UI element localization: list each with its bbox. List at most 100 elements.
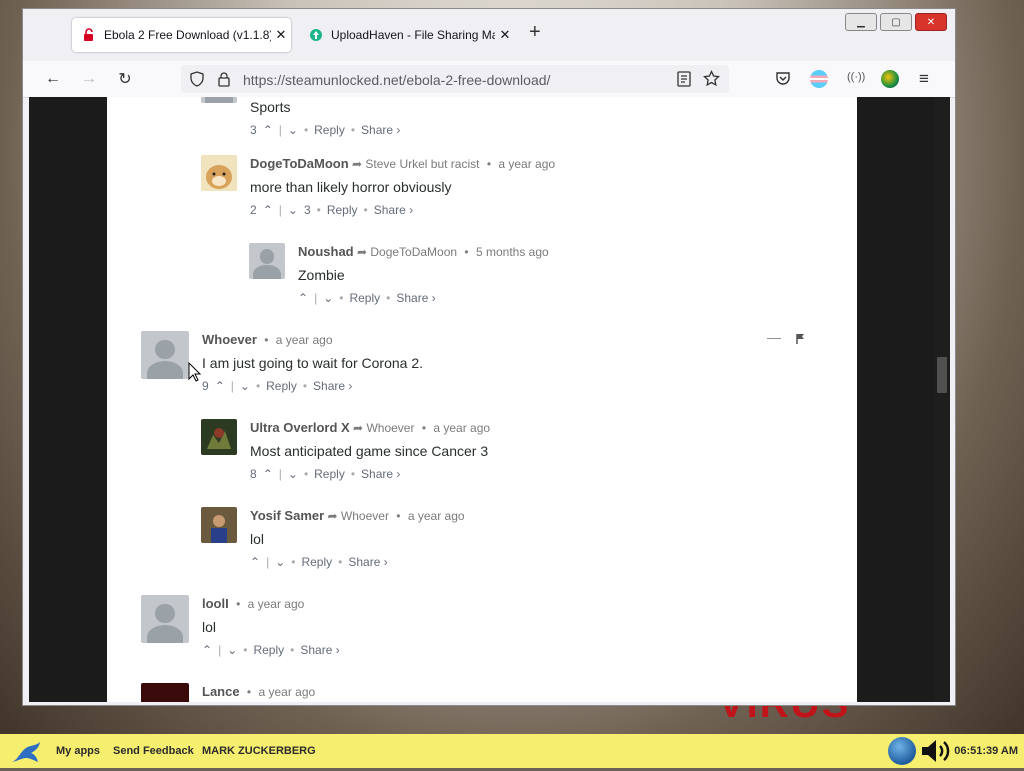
reply-link[interactable]: Reply [327, 203, 358, 217]
address-bar[interactable]: https://steamunlocked.net/ebola-2-free-d… [181, 65, 729, 93]
reply-link[interactable]: Reply [314, 123, 345, 137]
tab-title: UploadHaven - File Sharing Ma [331, 28, 495, 42]
comment-time[interactable]: a year ago [258, 685, 315, 699]
extension-globe-icon[interactable] [881, 70, 899, 88]
share-link[interactable]: Share › [300, 643, 339, 657]
upvote-count: 8 [250, 467, 257, 481]
share-link[interactable]: Share › [361, 467, 400, 481]
comment-meta: DogeToDaMoon ➦ Steve Urkel but racist • … [250, 156, 556, 171]
chevron-up-icon[interactable]: ⌃ [263, 467, 273, 481]
reply-link[interactable]: Reply [314, 467, 345, 481]
chevron-down-icon[interactable]: ⌄ [227, 643, 237, 657]
comment-meta: Ultra Overlord X ➦ Whoever • a year ago [250, 420, 491, 435]
shield-icon[interactable] [189, 71, 205, 92]
chevron-up-icon[interactable]: ⌃ [250, 555, 260, 569]
reply-to-name[interactable]: DogeToDaMoon [370, 245, 457, 259]
upvote-count: 9 [202, 379, 209, 393]
mouse-cursor-icon [188, 362, 202, 382]
reload-icon[interactable]: ↻ [115, 69, 135, 89]
author-name[interactable]: Yosif Samer [250, 508, 324, 523]
comment-time[interactable]: a year ago [498, 157, 555, 171]
page-scrollbar[interactable] [934, 97, 950, 702]
comment-time[interactable]: a year ago [276, 333, 333, 347]
maximize-icon[interactable]: ▢ [880, 13, 912, 31]
new-tab-icon[interactable]: + [529, 21, 541, 44]
chevron-up-icon[interactable]: ⌃ [298, 291, 308, 305]
page-viewport: Sports 3 ⌃ | ⌄ • Reply • Share › DogeToD… [29, 97, 942, 702]
comment-time[interactable]: a year ago [408, 509, 465, 523]
reply-link[interactable]: Reply [301, 555, 332, 569]
author-name[interactable]: loolI [202, 596, 229, 611]
lock-icon[interactable] [217, 71, 231, 92]
close-tab-icon[interactable]: ✕ [495, 27, 515, 43]
close-window-icon[interactable]: ✕ [915, 13, 947, 31]
author-name[interactable]: Noushad [298, 244, 354, 259]
chevron-down-icon[interactable]: ⌄ [240, 379, 250, 393]
hamburger-menu-icon[interactable]: ≡ [919, 69, 929, 89]
author-name[interactable]: Whoever [202, 332, 257, 347]
comment-footer: 3 ⌃ | ⌄ • Reply • Share › [250, 123, 401, 137]
extension-wave-icon[interactable]: ((·)) [847, 71, 865, 83]
chevron-up-icon[interactable]: ⌃ [202, 643, 212, 657]
browser-window: Ebola 2 Free Download (v1.1.8) ✕ UploadH… [22, 8, 956, 706]
share-arrow-icon: ➦ [327, 509, 341, 523]
downvote-count: 3 [303, 203, 311, 217]
extension-flag-icon[interactable] [810, 70, 828, 88]
chevron-up-icon[interactable]: ⌃ [215, 379, 225, 393]
comment-footer: 8 ⌃ | ⌄ • Reply • Share › [250, 467, 401, 481]
close-tab-icon[interactable]: ✕ [271, 27, 291, 43]
chevron-down-icon[interactable]: ⌄ [288, 123, 298, 137]
tab-title: Ebola 2 Free Download (v1.1.8) [104, 28, 271, 42]
author-name[interactable]: Ultra Overlord X [250, 420, 350, 435]
reply-to-name[interactable]: Whoever [366, 421, 414, 435]
chevron-down-icon[interactable]: ⌄ [288, 467, 298, 481]
flag-icon[interactable] [796, 332, 806, 350]
comment-meta: Lance • a year ago [202, 684, 316, 699]
minimize-icon[interactable]: ▁ [845, 13, 877, 31]
comment-time[interactable]: a year ago [248, 597, 305, 611]
comment-time[interactable]: a year ago [433, 421, 490, 435]
speaker-volume-icon[interactable] [920, 737, 954, 770]
reply-link[interactable]: Reply [253, 643, 284, 657]
reply-link[interactable]: Reply [266, 379, 297, 393]
comment-time[interactable]: 5 months ago [476, 245, 549, 259]
reply-to-name[interactable]: Whoever [341, 509, 389, 523]
minus-icon[interactable]: — [767, 329, 781, 345]
taskbar-clock: 06:51:39 AM [954, 745, 1018, 757]
chevron-up-icon[interactable]: ⌃ [263, 203, 273, 217]
reader-view-icon[interactable] [677, 71, 691, 92]
avatar [141, 595, 189, 643]
chevron-down-icon[interactable]: ⌄ [323, 291, 333, 305]
avatar [249, 243, 285, 279]
reply-link[interactable]: Reply [349, 291, 380, 305]
window-controls: ▁ ▢ ✕ [845, 13, 947, 31]
network-globe-icon[interactable] [888, 737, 916, 765]
author-name[interactable]: Lance [202, 684, 240, 699]
taskbar-send-feedback[interactable]: Send Feedback [113, 745, 194, 757]
share-link[interactable]: Share › [348, 555, 387, 569]
taskbar-user-name[interactable]: MARK ZUCKERBERG [202, 745, 316, 757]
chevron-up-icon[interactable]: ⌃ [263, 123, 273, 137]
share-link[interactable]: Share › [396, 291, 435, 305]
comment-footer: 9 ⌃ | ⌄ • Reply • Share › [202, 379, 353, 393]
taskbar-my-apps[interactable]: My apps [56, 745, 100, 757]
forward-arrow-icon[interactable]: → [79, 69, 99, 89]
share-link[interactable]: Share › [374, 203, 413, 217]
author-name[interactable]: DogeToDaMoon [250, 156, 349, 171]
share-arrow-icon: ➦ [352, 157, 366, 171]
bookmark-star-icon[interactable] [703, 69, 720, 92]
back-arrow-icon[interactable]: ← [43, 69, 63, 89]
chevron-down-icon[interactable]: ⌄ [275, 555, 285, 569]
url-text: https://steamunlocked.net/ebola-2-free-d… [243, 72, 551, 88]
comment-text: more than likely horror obviously [250, 179, 452, 195]
reply-to-name[interactable]: Steve Urkel but racist [365, 157, 479, 171]
pocket-icon[interactable] [775, 71, 791, 91]
share-link[interactable]: Share › [361, 123, 400, 137]
tab-uploadhaven[interactable]: UploadHaven - File Sharing Ma ✕ [299, 18, 515, 52]
uploadhaven-logo-icon [309, 28, 323, 42]
tab-ebola-2[interactable]: Ebola 2 Free Download (v1.1.8) ✕ [72, 18, 291, 52]
start-menu-logo-icon[interactable] [8, 736, 44, 771]
share-link[interactable]: Share › [313, 379, 352, 393]
chevron-down-icon[interactable]: ⌄ [288, 203, 298, 217]
scrollbar-thumb[interactable] [937, 357, 947, 393]
